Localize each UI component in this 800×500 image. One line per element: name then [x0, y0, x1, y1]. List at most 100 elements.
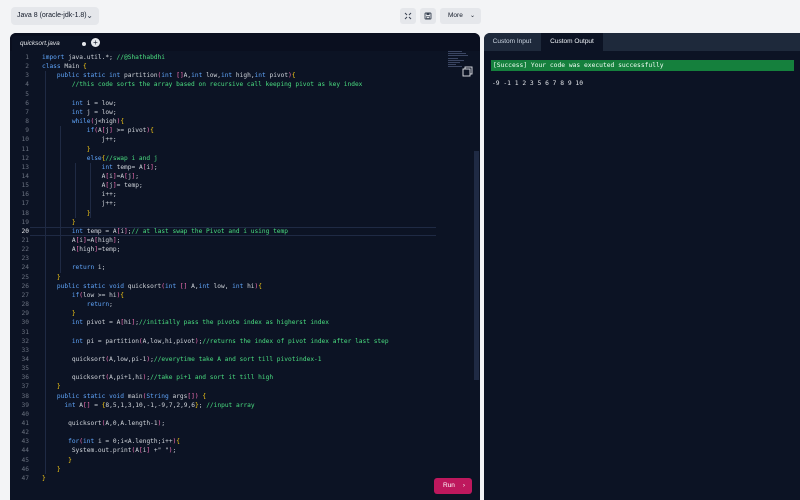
code-line: 1 import java.util.*; //@Shathabdhi [10, 53, 472, 62]
code-text: A[i]=A[high]; [71, 237, 121, 244]
code-text: int pi = partition(A,low,hi,pivot);//ret… [71, 337, 389, 345]
code-text: int A[] = {8,5,1,3,10,-1,-9,7,2,9,6}; //… [64, 401, 255, 409]
line-number: 43 [21, 438, 29, 446]
code-line: 31 [10, 328, 472, 337]
code-line: 33 [10, 346, 472, 355]
line-number: 33 [21, 346, 29, 354]
program-output: -9 -1 1 2 3 5 6 7 8 9 10 [492, 80, 583, 87]
code-text: return; [86, 301, 113, 309]
line-number: 8 [25, 118, 29, 126]
plus-icon: + [93, 38, 98, 47]
code-line: 17 j++; [10, 199, 472, 208]
code-line: 4 //this code sorts the array based on re… [10, 80, 472, 89]
output-tabs: Custom Input Custom Output [484, 33, 800, 51]
code-text: int pivot = A[hi];//initially pass the p… [71, 319, 329, 327]
line-number: 6 [25, 99, 29, 107]
file-tab[interactable]: quicksort.java [12, 36, 94, 51]
code-line: 18} [10, 209, 472, 218]
code-line: 32 int pi = partition(A,low,hi,pivot);//r… [10, 337, 472, 346]
line-number: 7 [25, 108, 29, 116]
code-text: } [71, 218, 76, 226]
expand-icon [404, 12, 412, 20]
code-text: i++; [101, 191, 117, 199]
code-line: 5 [10, 90, 472, 99]
editor-scrollbar[interactable] [473, 51, 480, 500]
code-line: 20 int temp = A[i];// at last swap the Pi… [10, 226, 472, 236]
line-number: 47 [21, 474, 29, 482]
more-button[interactable]: More ⌄ [440, 8, 481, 24]
code-line: 41 quicksort(A,0,A.length-1); [10, 419, 472, 428]
code-text: import java.util.*; //@Shathabdhi [42, 54, 165, 61]
language-select[interactable]: Java 8 (oracle-jdk-1.8) ⌄ [11, 7, 99, 25]
add-tab-button[interactable]: + [91, 38, 100, 47]
code-line: 47} [10, 474, 472, 483]
code-line: 28 return; [10, 300, 472, 309]
code-line: 8 while(j<high){ [10, 117, 472, 126]
code-text: if(low >= hi){ [71, 291, 125, 299]
code-editor: quicksort.java + 1 import java.util.*; //… [10, 33, 480, 500]
code-text: //this code sorts the array based on rec… [71, 81, 363, 89]
code-line: 6 int i = low; [10, 99, 472, 108]
line-number: 30 [21, 319, 29, 327]
line-number: 40 [21, 410, 29, 418]
code-line: 19} [10, 218, 472, 227]
code-line: 14 A[i]=A[j]; [10, 172, 472, 181]
line-number: 9 [25, 127, 29, 135]
run-button[interactable]: Run › [434, 478, 472, 494]
line-number: 13 [21, 163, 29, 171]
line-number: 25 [21, 273, 29, 281]
tab-custom-output[interactable]: Custom Output [541, 33, 603, 51]
code-text: int i = low; [71, 99, 117, 107]
code-line: 38 public static void main(String args[])… [10, 392, 472, 401]
scrollbar-thumb[interactable] [474, 151, 479, 380]
code-line: 23 [10, 254, 472, 263]
code-line: 39 int A[] = {8,5,1,3,10,-1,-9,7,2,9,6}; … [10, 401, 472, 410]
line-number: 15 [21, 182, 29, 190]
code-text: } [56, 273, 61, 281]
file-tab-label: quicksort.java [20, 40, 60, 47]
unsaved-dot-icon [82, 42, 86, 46]
save-button[interactable] [420, 8, 436, 24]
code-line: 26 public static void quicksort(int [] A,… [10, 282, 472, 291]
code-text: int temp= A[i]; [101, 163, 158, 171]
success-message: [Success] Your code was executed success… [491, 60, 794, 71]
code-line: 27 if(low >= hi){ [10, 291, 472, 300]
code-line: 25} [10, 273, 472, 282]
language-select-label: Java 8 (oracle-jdk-1.8) [17, 12, 87, 19]
line-number: 1 [25, 54, 29, 61]
line-number: 18 [21, 209, 29, 217]
code-line: 44 System.out.print(A[i] +" "); [10, 446, 472, 455]
tab-custom-input[interactable]: Custom Input [484, 33, 540, 51]
code-text: j++; [101, 136, 117, 144]
code-line: 13 int temp= A[i]; [10, 163, 472, 172]
line-number: 46 [21, 465, 29, 473]
code-line: 45} [10, 456, 472, 465]
code-area[interactable]: 1 import java.util.*; //@Shathabdhi 2 class… [10, 51, 472, 500]
code-line: 46} [10, 465, 472, 474]
code-line: 37} [10, 382, 472, 391]
line-number: 38 [21, 392, 29, 400]
line-number: 45 [21, 456, 29, 464]
expand-button[interactable] [400, 8, 416, 24]
line-number: 34 [21, 355, 29, 363]
line-number: 22 [21, 246, 29, 254]
code-text: } [42, 474, 46, 482]
code-text: } [68, 456, 72, 464]
copy-icon[interactable] [462, 66, 473, 77]
code-line: 11} [10, 145, 472, 154]
code-text: j++; [101, 200, 117, 208]
line-number: 28 [21, 301, 29, 309]
line-number: 4 [25, 81, 29, 89]
line-number: 26 [21, 282, 29, 290]
line-number: 24 [21, 264, 29, 272]
code-text: System.out.print(A[i] +" "); [71, 447, 177, 455]
line-number: 39 [21, 401, 29, 409]
line-number: 32 [21, 337, 29, 345]
code-text: int j = low; [71, 108, 117, 116]
code-line: 2 class Main { [10, 62, 472, 71]
code-line: 7 int j = low; [10, 108, 472, 117]
code-text: if(A[j] >= pivot){ [86, 127, 154, 135]
more-button-label: More [448, 12, 463, 19]
line-number: 35 [21, 365, 29, 373]
line-number: 44 [21, 447, 29, 455]
